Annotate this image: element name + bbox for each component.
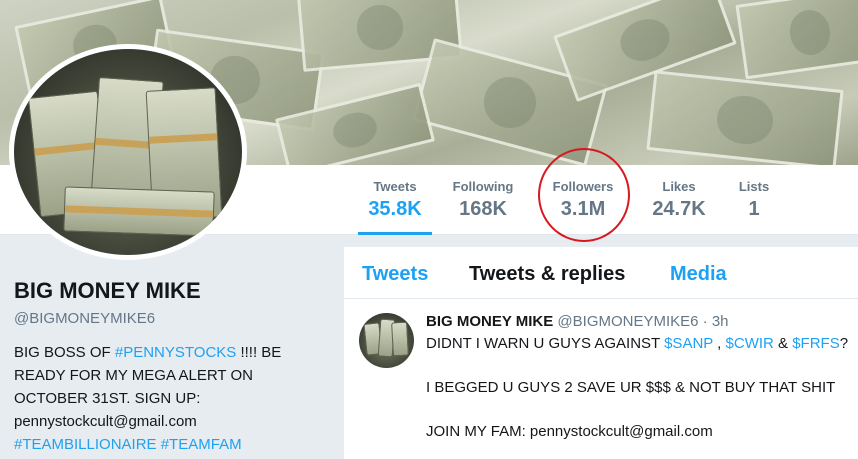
tab-media[interactable]: Media xyxy=(670,263,727,286)
cashtag-link[interactable]: $FRFS xyxy=(792,335,840,352)
stat-label: Tweets xyxy=(373,179,417,194)
tweet-author-name[interactable]: BIG MONEY MIKE xyxy=(426,313,553,330)
tweet-line: DIDNT I WARN U GUYS AGAINST $SANP , $CWI… xyxy=(426,333,856,355)
timeline: Tweets Tweets & replies Media BIG MONEY … xyxy=(344,247,858,459)
stat-lists[interactable]: Lists 1 xyxy=(728,179,780,235)
stat-label: Likes xyxy=(662,179,696,194)
timeline-tabs: Tweets Tweets & replies Media xyxy=(344,247,858,299)
stat-value: 168K xyxy=(459,198,507,220)
tweet-text: , xyxy=(713,335,726,352)
stat-value: 24.7K xyxy=(652,198,706,220)
stat-likes[interactable]: Likes 24.7K xyxy=(642,179,716,235)
hashtag-link[interactable]: #TEAMFAM xyxy=(161,436,242,453)
stat-label: Lists xyxy=(738,179,770,194)
profile-name[interactable]: BIG MONEY MIKE xyxy=(14,278,314,304)
tweet-avatar[interactable] xyxy=(359,313,414,368)
stat-value: 35.8K xyxy=(368,198,422,220)
stat-value: 1 xyxy=(748,198,760,220)
tweet-text: DIDNT I WARN U GUYS AGAINST xyxy=(426,335,665,352)
profile-bio: BIG BOSS OF #PENNYSTOCKS !!!! BE READY F… xyxy=(14,341,299,456)
hashtag-link[interactable]: #TEAMBILLIONAIRE xyxy=(14,436,157,453)
stat-followers[interactable]: Followers 3.1M xyxy=(546,179,620,235)
profile-handle[interactable]: @BIGMONEYMIKE6 xyxy=(14,310,314,327)
profile-avatar[interactable] xyxy=(9,44,247,260)
cashtag-link[interactable]: $CWIR xyxy=(726,335,774,352)
tweet-text: ? xyxy=(839,335,849,352)
bio-text: BIG BOSS OF xyxy=(14,344,115,361)
tweet-body: BIG MONEY MIKE @BIGMONEYMIKE6 · 3h DIDNT… xyxy=(426,311,856,443)
hashtag-link[interactable]: #PENNYSTOCKS xyxy=(115,344,236,361)
tweet-header: BIG MONEY MIKE @BIGMONEYMIKE6 · 3h xyxy=(426,311,856,333)
cashtag-link[interactable]: $SANP xyxy=(664,335,713,352)
tweet-line: I BEGGED U GUYS 2 SAVE UR $$$ & NOT BUY … xyxy=(426,379,836,396)
tab-tweets[interactable]: Tweets xyxy=(362,263,428,286)
profile-info: BIG MONEY MIKE @BIGMONEYMIKE6 BIG BOSS O… xyxy=(14,278,314,456)
stat-tweets[interactable]: Tweets 35.8K xyxy=(358,179,432,235)
tweet-text: & xyxy=(773,335,793,352)
stat-label: Following xyxy=(452,179,514,194)
tweet-item[interactable]: BIG MONEY MIKE @BIGMONEYMIKE6 · 3h DIDNT… xyxy=(344,299,858,459)
tweet-line: JOIN MY FAM: pennystockcult@gmail.com xyxy=(426,423,713,440)
stat-label: Followers xyxy=(552,179,614,194)
tweet-meta[interactable]: @BIGMONEYMIKE6 · 3h xyxy=(557,313,728,330)
stat-following[interactable]: Following 168K xyxy=(446,179,520,235)
stat-value: 3.1M xyxy=(560,198,606,220)
tab-tweets-replies[interactable]: Tweets & replies xyxy=(469,263,625,286)
